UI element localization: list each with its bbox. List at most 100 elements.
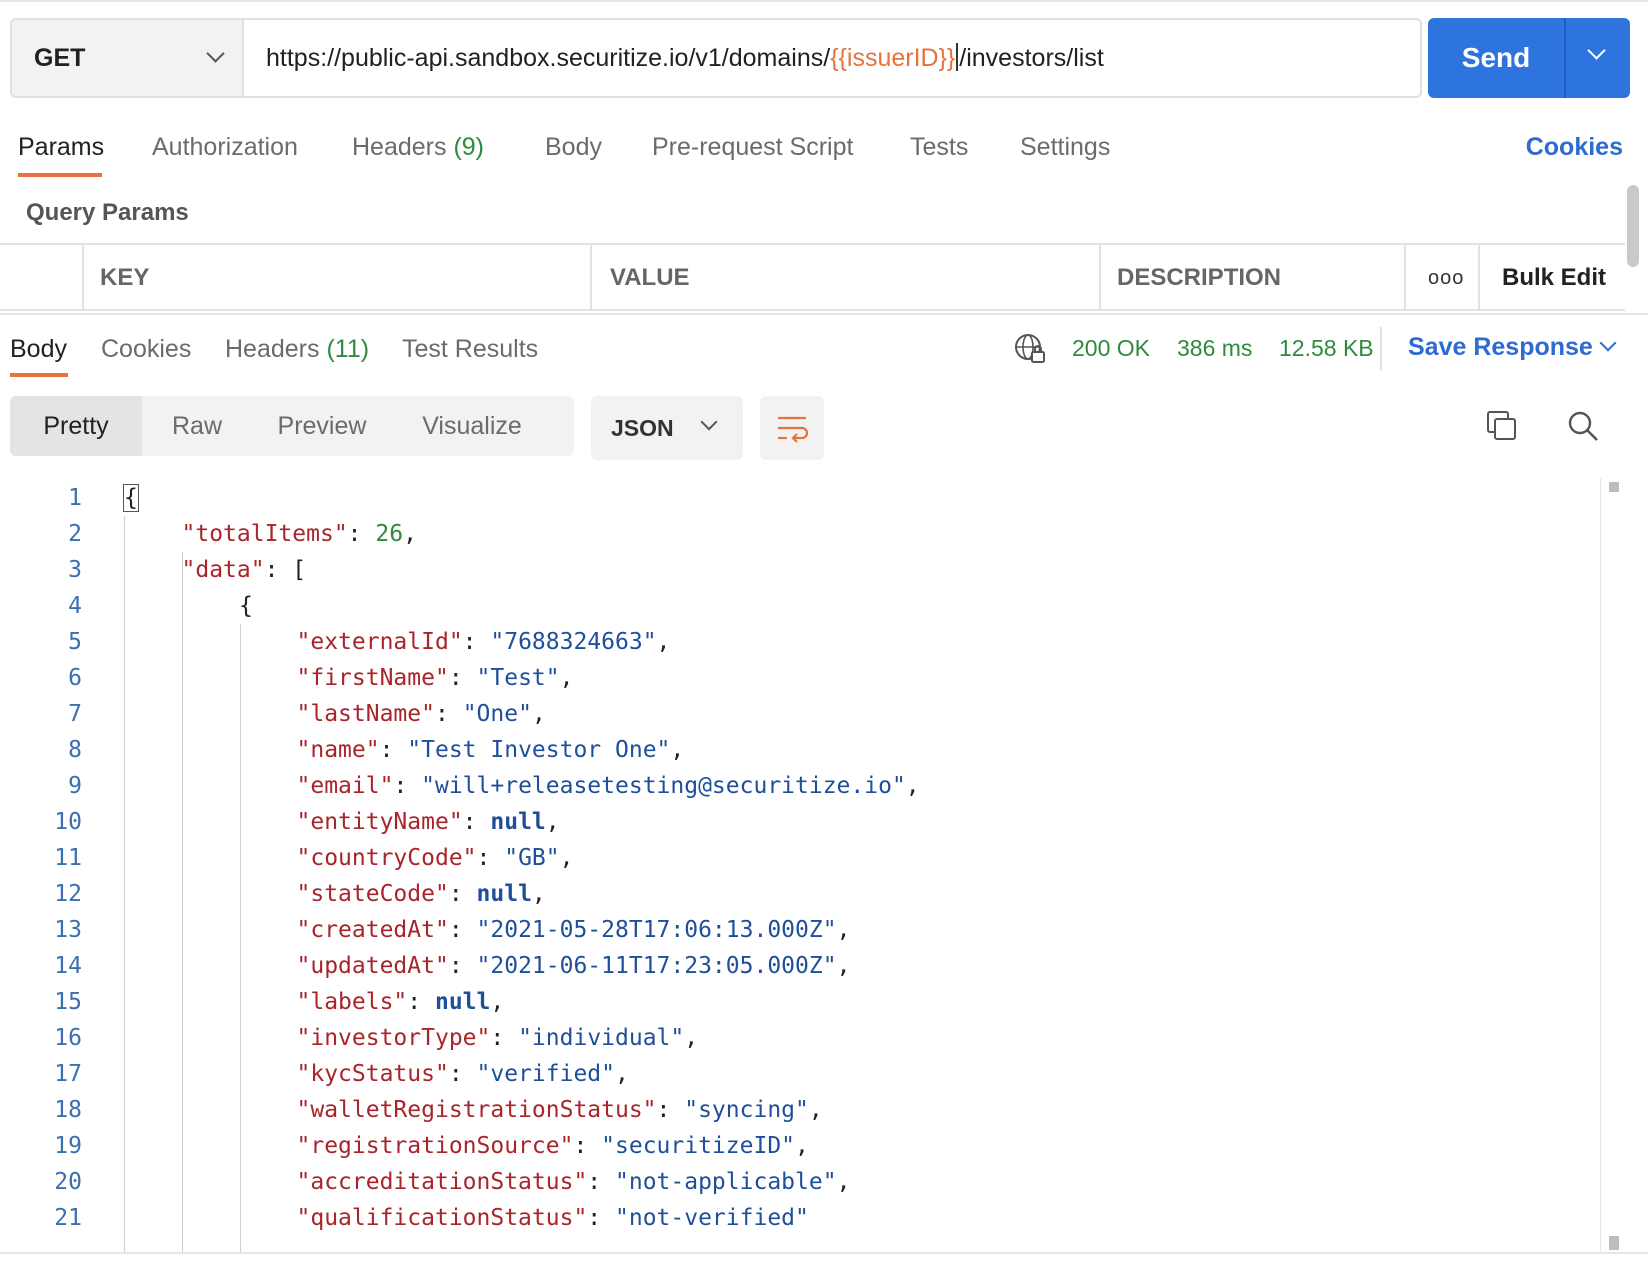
- json-string: "not-verified": [615, 1205, 809, 1231]
- send-button[interactable]: Send: [1428, 18, 1564, 98]
- json-punctuation: ,: [545, 809, 560, 835]
- column-options[interactable]: ooo: [1404, 245, 1480, 311]
- method-select[interactable]: GET: [10, 18, 242, 98]
- code-text: "kycStatus": "verified",: [297, 1056, 629, 1092]
- json-punctuation: :: [448, 665, 477, 691]
- json-string: "2021-05-28T17:06:13.000Z": [476, 917, 837, 943]
- json-punctuation: ,: [808, 1097, 823, 1123]
- code-line: 20 "accreditationStatus": "not-applicable…: [0, 1164, 1600, 1200]
- code-text: "stateCode": null,: [297, 876, 546, 912]
- editor-scrollbar-marker[interactable]: [1609, 482, 1619, 492]
- view-pretty[interactable]: Pretty: [10, 396, 142, 456]
- tab-pre-request-script[interactable]: Pre-request Script: [652, 133, 853, 162]
- json-punctuation: : [: [264, 557, 307, 583]
- tab-label: Tests: [910, 133, 969, 161]
- json-key: "createdAt": [296, 917, 449, 943]
- url-prefix: https://public-api.sandbox.securitize.io…: [266, 44, 831, 72]
- editor-scroll-track: [1600, 478, 1601, 1254]
- response-time[interactable]: 386 ms: [1177, 335, 1252, 362]
- line-number: 6: [68, 665, 82, 691]
- code-text: "updatedAt": "2021-06-11T17:23:05.000Z",: [297, 948, 851, 984]
- json-punctuation: :: [587, 1169, 615, 1195]
- response-tab-cookies[interactable]: Cookies: [101, 335, 191, 364]
- line-number: 4: [68, 593, 82, 619]
- line-number: 19: [54, 1133, 82, 1159]
- tab-label: Settings: [1020, 133, 1111, 161]
- response-body-editor[interactable]: 1{2 "totalItems": 26, 3 "data": [4{5 "extern…: [0, 478, 1610, 1252]
- wrap-lines-button[interactable]: [760, 396, 824, 460]
- url-input[interactable]: https://public-api.sandbox.securitize.io…: [242, 18, 1422, 98]
- status-code[interactable]: 200 OK: [1072, 335, 1150, 362]
- json-punctuation: ,: [670, 737, 685, 763]
- json-punctuation: ,: [656, 629, 671, 655]
- tab-body[interactable]: Body: [545, 133, 602, 162]
- code-text: "qualificationStatus": "not-verified": [297, 1200, 809, 1236]
- format-select[interactable]: JSON: [591, 396, 743, 460]
- code-text: "name": "Test Investor One",: [297, 732, 685, 768]
- json-key: "name": [296, 737, 380, 763]
- line-number: 11: [54, 845, 82, 871]
- search-icon[interactable]: [1565, 408, 1601, 444]
- json-punctuation: {: [239, 593, 253, 619]
- view-visualize[interactable]: Visualize: [392, 396, 552, 456]
- json-punctuation: ,: [836, 917, 851, 943]
- response-tab-headers[interactable]: Headers (11): [225, 335, 369, 364]
- code-line: 9 "email": "will+releasetesting@securitiz…: [0, 768, 1600, 804]
- chevron-down-icon: [1587, 41, 1606, 60]
- code-text: {: [239, 588, 253, 624]
- save-response-button[interactable]: Save Response: [1408, 333, 1593, 362]
- bulk-edit-cell: Bulk Edit: [1478, 245, 1625, 311]
- json-punctuation: :: [462, 629, 491, 655]
- json-key: "data": [181, 557, 265, 583]
- code-text: "data": [: [182, 552, 307, 588]
- response-size[interactable]: 12.58 KB: [1279, 335, 1374, 362]
- tab-label: Headers: [352, 133, 447, 161]
- editor-scrollbar-marker[interactable]: [1609, 1236, 1619, 1250]
- code-line: 13 "createdAt": "2021-05-28T17:06:13.000Z…: [0, 912, 1600, 948]
- text-caret: [956, 43, 959, 71]
- tab-label: Body: [545, 133, 602, 161]
- tab-label: Authorization: [152, 133, 298, 161]
- json-key: "countryCode": [296, 845, 477, 871]
- view-raw[interactable]: Raw: [142, 396, 252, 456]
- globe-lock-icon[interactable]: [1013, 332, 1047, 366]
- tab-headers[interactable]: Headers (9): [352, 133, 484, 162]
- tab-label: Body: [10, 335, 67, 363]
- params-scrollbar[interactable]: [1627, 185, 1639, 267]
- bulk-edit-button[interactable]: Bulk Edit: [1502, 264, 1606, 292]
- method-label: GET: [34, 44, 86, 72]
- tab-params[interactable]: Params: [18, 133, 104, 162]
- json-punctuation: ,: [531, 701, 546, 727]
- send-options-button[interactable]: [1566, 18, 1630, 98]
- tab-count: (9): [453, 133, 485, 161]
- json-punctuation: :: [393, 773, 422, 799]
- json-key: "qualificationStatus": [296, 1205, 588, 1231]
- query-params-title: Query Params: [26, 199, 189, 226]
- code-line: 12 "stateCode": null,: [0, 876, 1600, 912]
- line-number: 15: [54, 989, 82, 1015]
- json-key: "stateCode": [296, 881, 449, 907]
- tab-settings[interactable]: Settings: [1020, 133, 1110, 162]
- json-punctuation: ,: [403, 521, 417, 547]
- code-line: 11 "countryCode": "GB",: [0, 840, 1600, 876]
- json-key: "registrationSource": [296, 1133, 574, 1159]
- tab-tests[interactable]: Tests: [910, 133, 968, 162]
- code-text: "lastName": "One",: [297, 696, 546, 732]
- json-punctuation: :: [587, 1205, 615, 1231]
- copy-icon[interactable]: [1484, 408, 1520, 444]
- response-tab-body[interactable]: Body: [10, 335, 67, 364]
- tab-label: Cookies: [101, 335, 192, 363]
- chevron-down-icon[interactable]: [1599, 334, 1617, 352]
- column-key: KEY: [82, 245, 592, 311]
- line-number: 20: [54, 1169, 82, 1195]
- json-punctuation: ,: [795, 1133, 809, 1159]
- params-table-header: KEY VALUE DESCRIPTION ooo Bulk Edit: [0, 243, 1625, 311]
- response-tab-test-results[interactable]: Test Results: [402, 335, 538, 364]
- code-text: {: [123, 480, 139, 516]
- json-punctuation: :: [434, 701, 463, 727]
- cookies-link[interactable]: Cookies: [1526, 133, 1623, 162]
- json-punctuation: ,: [490, 989, 505, 1015]
- tab-authorization[interactable]: Authorization: [152, 133, 298, 162]
- active-tab-indicator: [18, 173, 102, 177]
- view-preview[interactable]: Preview: [252, 396, 392, 456]
